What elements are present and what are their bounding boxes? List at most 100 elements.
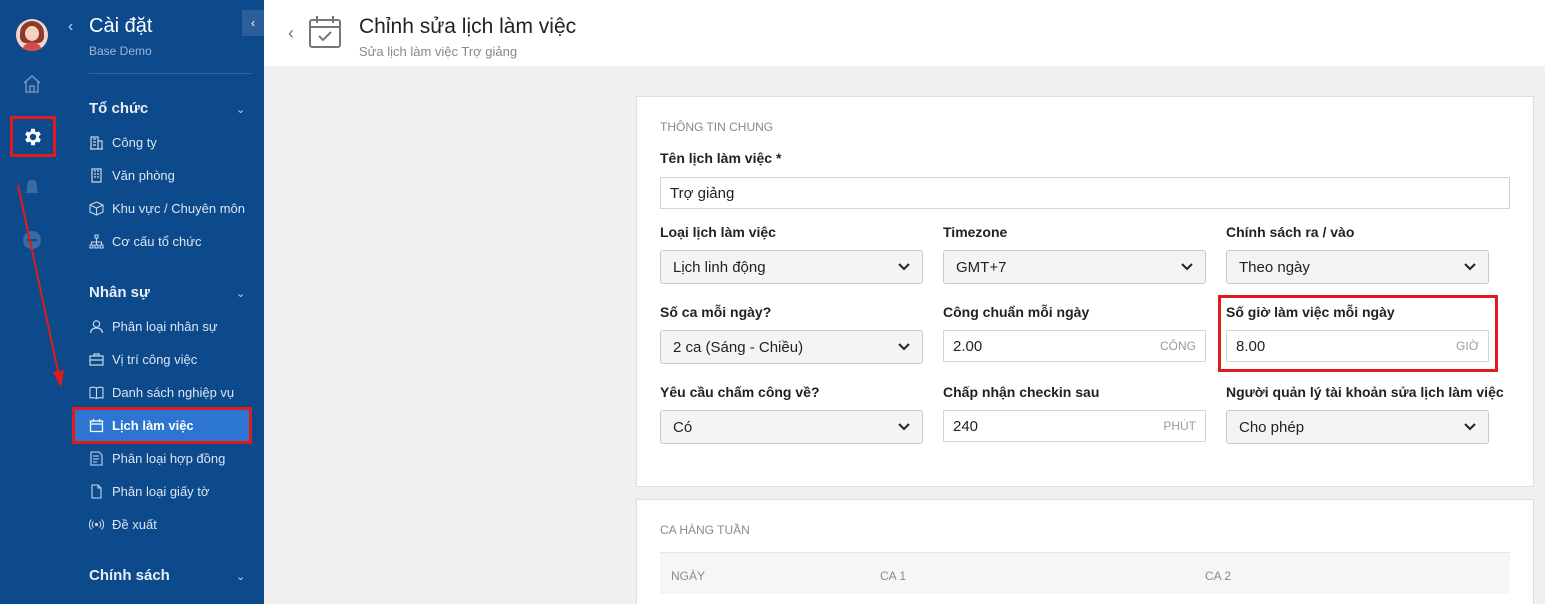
sidebar-item-danh-sach-nghiep-vu[interactable]: Danh sách nghiệp vụ xyxy=(74,376,250,409)
timezone-label: Timezone xyxy=(943,224,1008,240)
checkin-input-value: 240 xyxy=(953,417,979,435)
icon-rail xyxy=(0,0,64,604)
workday-input-value: 2.00 xyxy=(953,337,983,355)
office-icon xyxy=(91,168,102,183)
sidebar-item-label: Khu vực / Chuyên môn xyxy=(112,201,245,216)
require-select[interactable]: Có xyxy=(660,410,923,444)
manager-select-value: Cho phép xyxy=(1239,418,1305,436)
document-icon xyxy=(91,484,102,499)
chevron-down-icon[interactable]: ⌄ xyxy=(236,570,245,583)
page-title: Chỉnh sửa lịch làm việc xyxy=(359,15,577,38)
checkin-input[interactable]: 240 PHÚT xyxy=(943,410,1206,442)
book-icon xyxy=(89,386,104,400)
hours-unit: GIỜ xyxy=(1456,339,1479,353)
sidebar-item-label: Công ty xyxy=(112,135,157,150)
sidebar-item-label: Phân loại hợp đồng xyxy=(112,451,226,466)
workday-label: Công chuẩn mỗi ngày xyxy=(943,304,1090,320)
group-to-chuc[interactable]: Tổ chức xyxy=(89,100,148,117)
table-header: NGÀY CA 1 CA 2 xyxy=(660,552,1510,594)
sidebar-item-label: Phân loại nhân sự xyxy=(112,319,218,334)
briefcase-icon xyxy=(89,353,104,366)
policy-select[interactable]: Theo ngày xyxy=(1226,250,1489,284)
sidebar-item-phan-loai-hop-dong[interactable]: Phân loại hợp đồng xyxy=(74,442,250,475)
sidebar-item-label: Lịch làm việc xyxy=(112,418,194,433)
sidebar-item-label: Vị trí công việc xyxy=(112,352,198,367)
checkin-unit: PHÚT xyxy=(1163,419,1196,433)
user-icon xyxy=(89,320,104,334)
sidebar-item-van-phong[interactable]: Văn phòng xyxy=(74,159,250,192)
avatar[interactable] xyxy=(16,19,48,51)
shifts-label: Số ca mỗi ngày? xyxy=(660,304,772,320)
page-subtitle: Sửa lịch làm việc Trợ giảng xyxy=(359,44,518,59)
chevron-down-icon xyxy=(1181,263,1193,271)
sidebar-item-lich-lam-viec[interactable]: Lịch làm việc xyxy=(72,407,252,444)
gear-icon[interactable] xyxy=(10,116,56,157)
divider xyxy=(89,73,252,74)
bell-icon[interactable] xyxy=(16,172,48,204)
sidebar-item-khu-vuc[interactable]: Khu vực / Chuyên môn xyxy=(74,192,250,225)
chevron-down-icon[interactable]: ⌄ xyxy=(236,287,245,300)
sidebar-title: Cài đặt xyxy=(89,15,153,37)
sidebar-item-label: Văn phòng xyxy=(112,168,175,183)
hours-label: Số giờ làm việc mỗi ngày xyxy=(1226,304,1395,320)
group-chinh-sach[interactable]: Chính sách xyxy=(89,567,170,584)
manager-label: Người quản lý tài khoản sửa lịch làm việ… xyxy=(1226,384,1504,400)
require-select-value: Có xyxy=(673,418,693,436)
sidebar-item-co-cau[interactable]: Cơ cấu tổ chức xyxy=(74,225,250,258)
sidebar-item-label: Đề xuất xyxy=(112,517,157,532)
chevron-down-icon xyxy=(898,263,910,271)
chevron-down-icon xyxy=(1464,263,1476,271)
settings-sidebar: ‹ Cài đặt Base Demo ‹ Tổ chức ⌄ Công ty … xyxy=(64,0,264,604)
back-chevron-icon[interactable]: ‹ xyxy=(68,18,73,36)
type-label: Loại lịch làm việc xyxy=(660,224,776,240)
name-input[interactable]: Trợ giảng xyxy=(660,177,1510,209)
policy-select-value: Theo ngày xyxy=(1239,258,1310,276)
calendar-check-icon xyxy=(309,16,341,48)
chevron-left-icon: ‹ xyxy=(251,16,255,30)
sidebar-item-cong-ty[interactable]: Công ty xyxy=(74,126,250,159)
back-chevron-icon[interactable]: ‹ xyxy=(288,23,294,44)
hours-input-value: 8.00 xyxy=(1236,337,1266,355)
column-header-shift-2: CA 2 xyxy=(1205,569,1232,583)
timezone-select-value: GMT+7 xyxy=(956,258,1007,276)
minus-circle-icon[interactable] xyxy=(16,224,48,256)
shifts-select[interactable]: 2 ca (Sáng - Chiều) xyxy=(660,330,923,364)
sidebar-item-label: Cơ cấu tổ chức xyxy=(112,234,202,249)
group-nhan-su[interactable]: Nhân sự xyxy=(89,284,150,301)
contract-icon xyxy=(90,451,103,466)
sidebar-item-vi-tri[interactable]: Vị trí công việc xyxy=(74,343,250,376)
require-label: Yêu cầu chấm công về? xyxy=(660,384,820,400)
chevron-down-icon[interactable]: ⌄ xyxy=(236,103,245,116)
chevron-down-icon xyxy=(1464,423,1476,431)
section-title-general: THÔNG TIN CHUNG xyxy=(660,120,774,134)
shifts-select-value: 2 ca (Sáng - Chiều) xyxy=(673,338,804,356)
timezone-select[interactable]: GMT+7 xyxy=(943,250,1206,284)
column-header-shift-1: CA 1 xyxy=(880,569,907,583)
chevron-down-icon xyxy=(898,343,910,351)
column-header-day: NGÀY xyxy=(671,569,706,583)
calendar-icon xyxy=(89,419,104,433)
workday-unit: CÔNG xyxy=(1160,339,1196,353)
sidebar-item-label: Danh sách nghiệp vụ xyxy=(112,385,235,400)
sidebar-item-phan-loai-nhan-su[interactable]: Phân loại nhân sự xyxy=(74,310,250,343)
section-title-weekly: CA HÀNG TUẦN xyxy=(660,523,750,537)
name-label: Tên lịch làm việc * xyxy=(660,150,782,166)
sidebar-item-phan-loai-giay-to[interactable]: Phân loại giấy tờ xyxy=(74,475,250,508)
hours-input[interactable]: 8.00 GIỜ xyxy=(1226,330,1489,362)
building-icon xyxy=(90,136,103,150)
home-icon[interactable] xyxy=(16,68,48,100)
chevron-down-icon xyxy=(898,423,910,431)
manager-select[interactable]: Cho phép xyxy=(1226,410,1489,444)
sidebar-subtitle: Base Demo xyxy=(89,44,152,58)
collapse-sidebar-button[interactable]: ‹ xyxy=(242,10,264,36)
sidebar-item-label: Phân loại giấy tờ xyxy=(112,484,210,499)
name-input-value: Trợ giảng xyxy=(670,184,735,202)
page-header: ‹ Chỉnh sửa lịch làm việc Sửa lịch làm v… xyxy=(264,0,1545,66)
type-select[interactable]: Lịch linh động xyxy=(660,250,923,284)
sidebar-item-de-xuat[interactable]: Đề xuất xyxy=(74,508,250,541)
workday-input[interactable]: 2.00 CÔNG xyxy=(943,330,1206,362)
type-select-value: Lịch linh động xyxy=(673,258,766,276)
org-chart-icon xyxy=(89,234,104,249)
policy-label: Chính sách ra / vào xyxy=(1226,224,1355,240)
checkin-label: Chấp nhận checkin sau xyxy=(943,384,1100,400)
